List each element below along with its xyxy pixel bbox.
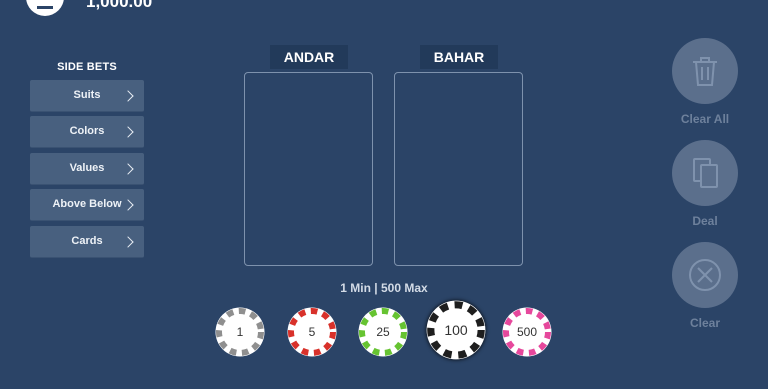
andar-bet-area[interactable] bbox=[244, 72, 373, 266]
deal-button[interactable]: Deal bbox=[672, 140, 738, 228]
side-bet-label: Suits bbox=[73, 89, 101, 101]
trash-icon bbox=[693, 57, 717, 86]
deal-label: Deal bbox=[692, 214, 718, 228]
clear-label: Clear bbox=[689, 316, 721, 330]
side-bet-suits-button[interactable]: Suits bbox=[30, 80, 144, 112]
side-bet-colors-button[interactable]: Colors bbox=[30, 116, 144, 148]
chip-value: 1 bbox=[236, 325, 244, 339]
clear-all-circle bbox=[672, 38, 738, 104]
side-bet-above-below-button[interactable]: Above Below bbox=[30, 189, 144, 221]
chip-500[interactable]: 500 bbox=[502, 307, 552, 357]
chip-value: 500 bbox=[516, 325, 538, 339]
clear-circle bbox=[672, 242, 738, 308]
chip-value: 5 bbox=[308, 325, 316, 339]
bahar-bet-area[interactable] bbox=[394, 72, 523, 266]
table-limits: 1 Min | 500 Max bbox=[340, 281, 428, 295]
clear-all-button[interactable]: Clear All bbox=[672, 38, 738, 126]
chevron-right-icon bbox=[122, 235, 134, 248]
side-bet-cards-button[interactable]: Cards bbox=[30, 226, 144, 258]
menu-button[interactable] bbox=[26, 0, 64, 16]
chip-25[interactable]: 25 bbox=[358, 307, 408, 357]
andar-label: ANDAR bbox=[270, 45, 348, 69]
side-bet-label: Above Below bbox=[52, 198, 122, 210]
clear-circle-icon bbox=[689, 259, 721, 291]
chevron-right-icon bbox=[122, 89, 134, 102]
chevron-right-icon bbox=[122, 162, 134, 175]
cards-icon bbox=[693, 158, 718, 188]
side-bet-label: Colors bbox=[69, 125, 105, 137]
balance: 1,000.00 bbox=[86, 0, 153, 11]
chevron-right-icon bbox=[122, 198, 134, 211]
clear-all-label: Clear All bbox=[680, 112, 730, 126]
chevron-right-icon bbox=[122, 125, 134, 138]
bahar-label: BAHAR bbox=[420, 45, 498, 69]
chip-100[interactable]: 100 bbox=[426, 300, 486, 360]
side-bet-label: Cards bbox=[71, 235, 103, 247]
clear-button[interactable]: Clear bbox=[672, 242, 738, 330]
side-bets-title: SIDE BETS bbox=[57, 61, 117, 73]
chip-5[interactable]: 5 bbox=[287, 307, 337, 357]
deal-circle bbox=[672, 140, 738, 206]
chip-value: 25 bbox=[376, 325, 390, 339]
menu-icon bbox=[37, 6, 53, 9]
chip-1[interactable]: 1 bbox=[215, 307, 265, 357]
chip-value: 100 bbox=[444, 322, 468, 338]
side-bet-label: Values bbox=[69, 162, 105, 174]
top-bar: 1,000.00 bbox=[0, 0, 768, 20]
side-bet-values-button[interactable]: Values bbox=[30, 153, 144, 185]
